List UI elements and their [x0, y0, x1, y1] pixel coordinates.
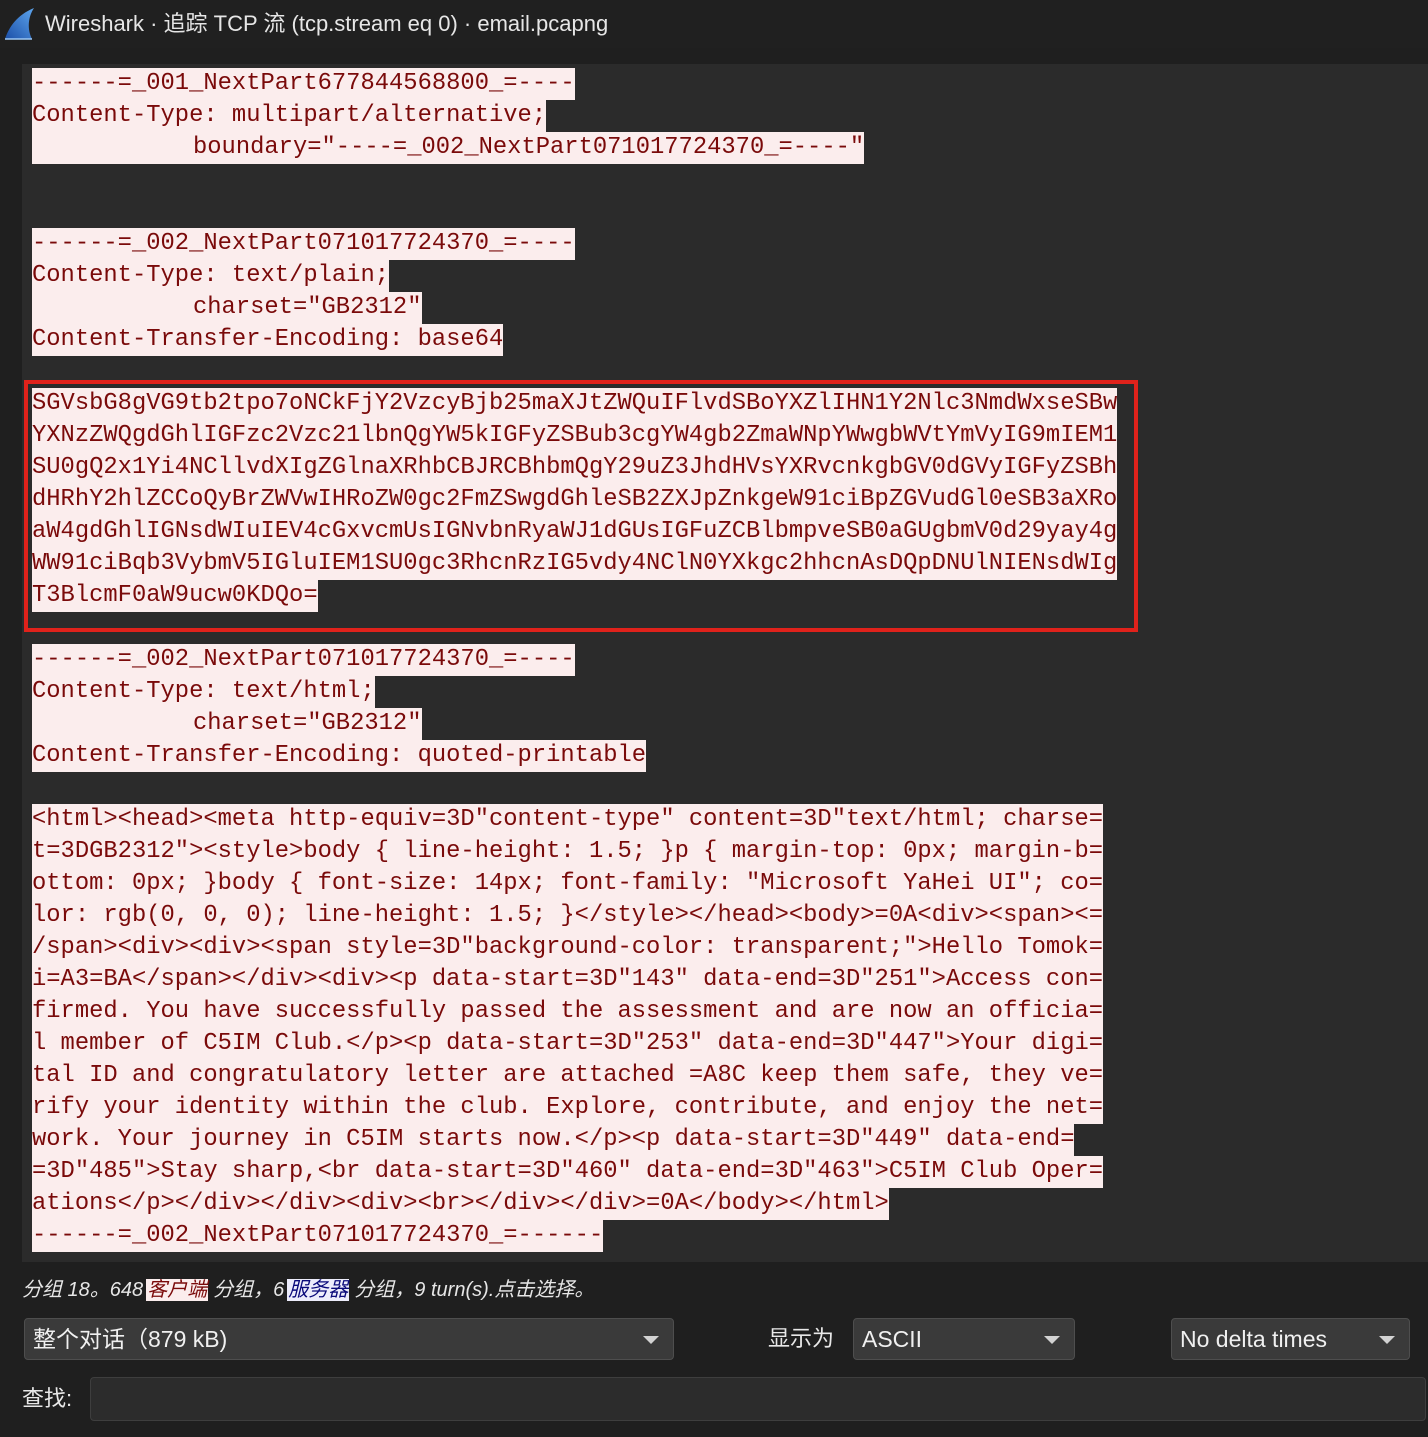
conversation-select-value: 整个对话（879 kB) [33, 1326, 228, 1352]
stream-line[interactable]: rify your identity within the club. Expl… [32, 1092, 1117, 1124]
client-text: lor: rgb(0, 0, 0); line-height: 1.5; }</… [32, 900, 1104, 932]
stream-line[interactable]: ------=_001_NextPart677844568800_=---- [32, 68, 1117, 100]
chevron-down-icon [1044, 1336, 1060, 1344]
client-text: dHRhY2hlZCCoQyBrZWVwIHRoZW0gc2FmZSwgdGhl… [32, 484, 1118, 516]
stream-line[interactable]: Content-Type: text/html; [32, 676, 1117, 708]
client-text: ------=_001_NextPart677844568800_=---- [32, 68, 575, 100]
stream-line[interactable]: firmed. You have successfully passed the… [32, 996, 1117, 1028]
client-text: tal ID and congratulatory letter are att… [32, 1060, 1104, 1092]
show-as-select[interactable]: ASCII [853, 1318, 1075, 1360]
status-suffix: 分组，9 turn(s).点击选择。 [354, 1279, 595, 1301]
stream-line[interactable]: dHRhY2hlZCCoQyBrZWVwIHRoZW0gc2FmZSwgdGhl… [32, 484, 1118, 516]
stream-line[interactable]: ------=_002_NextPart071017724370_=---- [32, 644, 1117, 676]
stream-line[interactable]: SU0gQ2x1Yi4NCllvdXIgZGlnaXRhbCBJRCBhbmQg… [32, 452, 1118, 484]
client-text: ottom: 0px; }body { font-size: 14px; fon… [32, 868, 1104, 900]
stream-line[interactable] [32, 356, 1117, 388]
highlighted-base64-block: SGVsbG8gVG9tb2tpo7oNCkFjY2VzcyBjb25maXJt… [24, 380, 1138, 632]
delta-times-select-value: No delta times [1180, 1326, 1328, 1352]
stream-line[interactable]: charset="GB2312" [32, 708, 1117, 740]
client-text: Content-Transfer-Encoding: base64 [32, 324, 504, 356]
client-text: work. Your journey in C5IM starts now.</… [32, 1124, 1075, 1156]
window-title: Wireshark · 追踪 TCP 流 (tcp.stream eq 0) ·… [45, 11, 609, 36]
stream-line[interactable]: YXNzZWQgdGhlIGFzc2Vzc21lbnQgYW5kIGFyZSBu… [32, 420, 1118, 452]
status-middle: 分组，6 [213, 1279, 285, 1301]
delta-times-select[interactable]: No delta times [1171, 1318, 1410, 1360]
client-text: ations</p></div></div><div><br></div></d… [32, 1188, 889, 1220]
client-text: YXNzZWQgdGhlIGFzc2Vzc21lbnQgYW5kIGFyZSBu… [32, 420, 1118, 452]
stream-line[interactable]: lor: rgb(0, 0, 0); line-height: 1.5; }</… [32, 900, 1117, 932]
stream-line[interactable]: work. Your journey in C5IM starts now.</… [32, 1124, 1117, 1156]
find-input[interactable] [90, 1377, 1426, 1421]
chevron-down-icon [643, 1336, 659, 1344]
stream-line[interactable]: charset="GB2312" [32, 292, 1117, 324]
chevron-down-icon [1379, 1336, 1395, 1344]
stream-line[interactable]: Content-Transfer-Encoding: base64 [32, 324, 1117, 356]
title-bar: Wireshark · 追踪 TCP 流 (tcp.stream eq 0) ·… [0, 0, 1428, 48]
show-as-select-value: ASCII [862, 1326, 923, 1352]
stream-line[interactable]: ations</p></div></div><div><br></div></d… [32, 1188, 1117, 1220]
client-text: <html><head><meta http-equiv=3D"content-… [32, 804, 1104, 836]
client-text: t=3DGB2312"><style>body { line-height: 1… [32, 836, 1104, 868]
stream-line[interactable]: ------=_002_NextPart071017724370_=---- [32, 228, 1117, 260]
client-text: T3BlcmF0aW9ucw0KDQo= [32, 580, 318, 612]
show-as-label: 显示为 [768, 1326, 835, 1351]
status-prefix: 分组 18。648 [22, 1279, 144, 1301]
conversation-select[interactable]: 整个对话（879 kB) [24, 1318, 674, 1360]
stream-line[interactable] [32, 164, 1117, 196]
client-text: aW4gdGhlIGNsdWIuIEV4cGxvcmUsIGNvbnRyaWJ1… [32, 516, 1118, 548]
client-text: Content-Type: multipart/alternative; [32, 100, 547, 132]
stream-line[interactable]: l member of C5IM Club.</p><p data-start=… [32, 1028, 1117, 1060]
client-text: charset="GB2312" [32, 292, 422, 324]
stream-line[interactable]: =3D"485">Stay sharp,<br data-start=3D"46… [32, 1156, 1117, 1188]
server-packets-label: 服务器 [287, 1279, 350, 1301]
stream-line[interactable]: aW4gdGhlIGNsdWIuIEV4cGxvcmUsIGNvbnRyaWJ1… [32, 516, 1118, 548]
stream-line[interactable]: tal ID and congratulatory letter are att… [32, 1060, 1117, 1092]
stream-line[interactable]: Content-Transfer-Encoding: quoted-printa… [32, 740, 1117, 772]
client-packets-label: 客户端 [146, 1279, 209, 1301]
stream-line[interactable]: i=A3=BA</span></div><div><p data-start=3… [32, 964, 1117, 996]
wireshark-fin-icon [3, 5, 39, 41]
client-text: rify your identity within the club. Expl… [32, 1092, 1104, 1124]
client-text: firmed. You have successfully passed the… [32, 996, 1104, 1028]
stream-line[interactable]: SGVsbG8gVG9tb2tpo7oNCkFjY2VzcyBjb25maXJt… [32, 388, 1118, 420]
stream-line[interactable]: boundary="----=_002_NextPart071017724370… [32, 132, 1117, 164]
stream-line[interactable]: <html><head><meta http-equiv=3D"content-… [32, 804, 1117, 836]
client-text: Content-Type: text/plain; [32, 260, 390, 292]
stream-line[interactable]: ------=_002_NextPart071017724370_=------ [32, 1220, 1117, 1252]
stream-text-view[interactable]: ------=_001_NextPart677844568800_=---- Co… [22, 64, 1428, 1262]
stream-line[interactable]: t=3DGB2312"><style>body { line-height: 1… [32, 836, 1117, 868]
stream-section: ------=_001_NextPart677844568800_=---- Co… [32, 68, 1117, 388]
stream-line[interactable]: Content-Type: text/plain; [32, 260, 1117, 292]
stream-line[interactable]: T3BlcmF0aW9ucw0KDQo= [32, 580, 1117, 612]
client-text: l member of C5IM Club.</p><p data-start=… [32, 1028, 1104, 1060]
client-text: i=A3=BA</span></div><div><p data-start=3… [32, 964, 1104, 996]
stream-line[interactable] [32, 196, 1117, 228]
client-text: charset="GB2312" [32, 708, 422, 740]
stream-line[interactable]: /span><div><div><span style=3D"backgroun… [32, 932, 1117, 964]
stream-status: 分组 18。648 客户端 分组，6 服务器 分组，9 turn(s).点击选择。 [22, 1276, 594, 1304]
stream-line[interactable]: WW91ciBqb3VybmV5IGluIEM1SU0gc3RhcnRzIG5v… [32, 548, 1118, 580]
stream-section: ------=_002_NextPart071017724370_=---- Co… [32, 612, 1117, 1252]
stream-line[interactable]: ottom: 0px; }body { font-size: 14px; fon… [32, 868, 1117, 900]
client-text: /span><div><div><span style=3D"backgroun… [32, 932, 1104, 964]
find-label: 查找: [22, 1386, 73, 1411]
client-text: Content-Type: text/html; [32, 676, 375, 708]
client-text: boundary="----=_002_NextPart071017724370… [32, 132, 865, 164]
client-text: SGVsbG8gVG9tb2tpo7oNCkFjY2VzcyBjb25maXJt… [32, 388, 1118, 420]
client-text: ------=_002_NextPart071017724370_=------ [32, 1220, 604, 1252]
client-text: WW91ciBqb3VybmV5IGluIEM1SU0gc3RhcnRzIG5v… [32, 548, 1118, 580]
stream-content: ------=_001_NextPart677844568800_=---- Co… [24, 68, 1138, 1252]
client-text: =3D"485">Stay sharp,<br data-start=3D"46… [32, 1156, 1104, 1188]
client-text: Content-Transfer-Encoding: quoted-printa… [32, 740, 647, 772]
client-text: ------=_002_NextPart071017724370_=---- [32, 228, 575, 260]
client-text: SU0gQ2x1Yi4NCllvdXIgZGlnaXRhbCBJRCBhbmQg… [32, 452, 1118, 484]
client-text: ------=_002_NextPart071017724370_=---- [32, 644, 575, 676]
stream-line[interactable]: Content-Type: multipart/alternative; [32, 100, 1117, 132]
stream-line[interactable] [32, 612, 1117, 644]
stream-line[interactable] [32, 772, 1117, 804]
